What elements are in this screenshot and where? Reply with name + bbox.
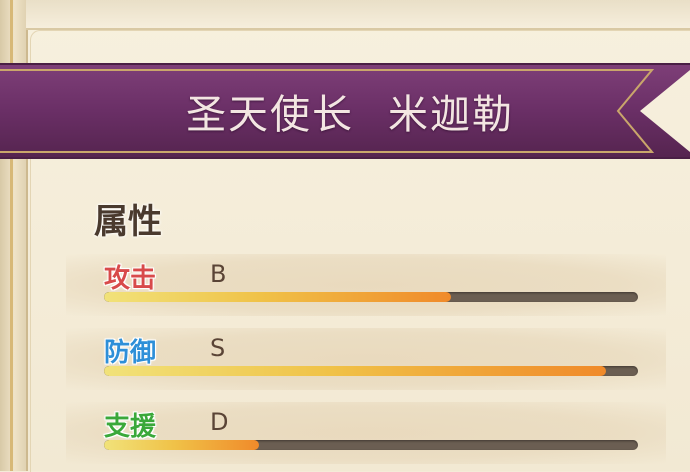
stat-label: 支援 <box>104 412 157 442</box>
character-title: 圣天使长 米迦勒 <box>60 62 640 160</box>
stat-row-defense: 防御 S <box>66 328 666 390</box>
stat-bar-fill <box>104 440 259 450</box>
stat-grade: S <box>210 334 226 362</box>
character-rank: 圣天使长 <box>186 92 354 138</box>
stat-label: 防御 <box>104 338 157 368</box>
stat-bar <box>104 366 638 376</box>
character-panel: 圣天使长 米迦勒 属性 攻击 B 防御 S 支援 D <box>0 0 690 472</box>
title-ribbon: 圣天使长 米迦勒 <box>0 62 690 160</box>
stat-row-attack: 攻击 B <box>66 254 666 316</box>
stat-bar <box>104 292 638 302</box>
stat-bar-fill <box>104 292 452 302</box>
stat-grade: B <box>210 260 227 288</box>
character-name: 米迦勒 <box>388 92 514 138</box>
stat-row-support: 支援 D <box>66 402 666 464</box>
stat-grade: D <box>210 408 229 436</box>
stat-label: 攻击 <box>104 264 157 294</box>
attributes-heading: 属性 <box>94 202 162 242</box>
stat-bar-fill <box>104 366 606 376</box>
stat-bar <box>104 440 638 450</box>
panel-top-border <box>26 0 690 30</box>
